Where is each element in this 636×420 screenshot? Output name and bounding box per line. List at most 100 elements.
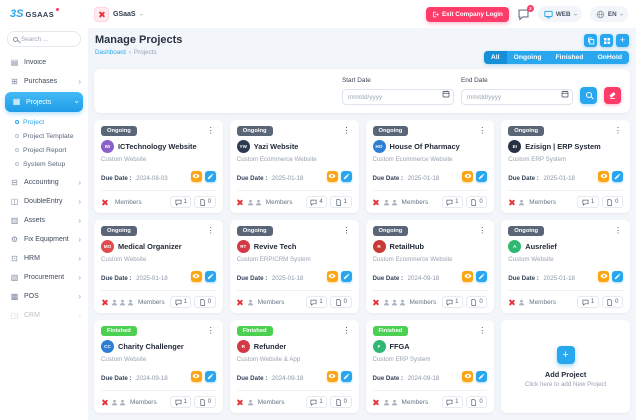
- edit-project-button[interactable]: [205, 171, 216, 182]
- view-project-button[interactable]: [191, 271, 202, 282]
- sidebar-item[interactable]: ◫ DoubleEntry ›: [0, 192, 88, 211]
- create-project-button[interactable]: +: [616, 34, 629, 47]
- files-chip[interactable]: 0: [330, 396, 351, 408]
- files-chip[interactable]: 0: [466, 296, 487, 308]
- view-project-button[interactable]: [327, 271, 338, 282]
- comments-chip[interactable]: 1: [170, 396, 191, 408]
- add-project-card[interactable]: + Add Project Click here to add New Proj…: [501, 320, 630, 413]
- card-menu-button[interactable]: ⋮: [613, 227, 623, 235]
- view-project-button[interactable]: [191, 371, 202, 382]
- comments-chip[interactable]: 1: [170, 196, 191, 208]
- files-chip[interactable]: 0: [602, 196, 623, 208]
- comments-chip[interactable]: 4: [306, 196, 327, 208]
- sidebar-item[interactable]: ⊟ Accounting ›: [0, 173, 88, 192]
- card-menu-button[interactable]: ⋮: [206, 227, 216, 235]
- add-project-plus-button[interactable]: +: [557, 346, 575, 364]
- sidebar-item[interactable]: ▧ Procurement ›: [0, 268, 88, 287]
- sidebar-subitem[interactable]: Project: [0, 115, 88, 129]
- view-project-button[interactable]: [598, 271, 609, 282]
- search-input[interactable]: [21, 36, 75, 43]
- comments-chip[interactable]: 1: [306, 296, 327, 308]
- end-date-input[interactable]: [461, 89, 573, 105]
- breadcrumb-dashboard[interactable]: Dashboard: [95, 49, 126, 56]
- edit-project-button[interactable]: [476, 271, 487, 282]
- card-menu-button[interactable]: ⋮: [477, 227, 487, 235]
- status-filter-tabs: All Ongoing Finished OnHold: [484, 51, 629, 64]
- edit-project-button[interactable]: [476, 371, 487, 382]
- workspace-selector[interactable]: WEB ›: [538, 6, 582, 22]
- list-view-button[interactable]: [600, 34, 613, 47]
- due-date-value: 2025-01-18: [543, 175, 575, 182]
- files-chip[interactable]: 0: [194, 396, 215, 408]
- projects-grid: Ongoing ⋮ IW ICTechnology Website Custom…: [94, 120, 630, 413]
- edit-project-button[interactable]: [612, 271, 623, 282]
- view-project-button[interactable]: [462, 271, 473, 282]
- language-selector[interactable]: EN ›: [590, 6, 628, 22]
- company-selector[interactable]: GSaaS ›: [94, 7, 142, 22]
- edit-project-button[interactable]: [341, 271, 352, 282]
- view-project-button[interactable]: [191, 171, 202, 182]
- sidebar-item[interactable]: ▩ POS ›: [0, 287, 88, 306]
- files-chip[interactable]: 0: [466, 396, 487, 408]
- sidebar-subitem[interactable]: System Setup: [0, 157, 88, 171]
- card-menu-button[interactable]: ⋮: [342, 327, 352, 335]
- view-project-button[interactable]: [327, 171, 338, 182]
- card-menu-button[interactable]: ⋮: [477, 127, 487, 135]
- card-menu-button[interactable]: ⋮: [342, 127, 352, 135]
- files-chip[interactable]: 0: [330, 296, 351, 308]
- files-chip[interactable]: 0: [602, 296, 623, 308]
- comments-chip[interactable]: 1: [170, 296, 191, 308]
- card-menu-button[interactable]: ⋮: [477, 327, 487, 335]
- comments-chip[interactable]: 1: [577, 296, 598, 308]
- sidebar-search[interactable]: [7, 31, 81, 47]
- card-menu-button[interactable]: ⋮: [206, 327, 216, 335]
- sidebar-item[interactable]: ◳ CRM ›: [0, 306, 88, 325]
- sidebar-item-projects[interactable]: ▦ Projects ›: [5, 92, 83, 112]
- status-filter-tab[interactable]: OnHold: [590, 51, 629, 64]
- exit-company-login-button[interactable]: Exit Company Login: [426, 7, 509, 22]
- view-project-button[interactable]: [462, 171, 473, 182]
- chevron-down-icon: ›: [137, 13, 144, 15]
- edit-project-button[interactable]: [612, 171, 623, 182]
- messages-button[interactable]: 2: [517, 8, 530, 21]
- calendar-icon[interactable]: [561, 90, 569, 98]
- status-filter-tab[interactable]: Finished: [549, 51, 591, 64]
- sidebar-item[interactable]: ⊡ HRM ›: [0, 249, 88, 268]
- file-icon: [606, 299, 613, 306]
- view-project-button[interactable]: [598, 171, 609, 182]
- edit-project-button[interactable]: [341, 171, 352, 182]
- export-button[interactable]: [584, 34, 597, 47]
- sidebar-item[interactable]: ▤ Invoice ›: [0, 53, 88, 72]
- sidebar-item[interactable]: ⚙ Fix Equipment ›: [0, 230, 88, 249]
- sidebar-subitem[interactable]: Project Template: [0, 129, 88, 143]
- view-project-button[interactable]: [462, 371, 473, 382]
- reset-filter-button[interactable]: [604, 87, 621, 104]
- files-chip[interactable]: 0: [466, 196, 487, 208]
- calendar-icon[interactable]: [442, 90, 450, 98]
- card-menu-button[interactable]: ⋮: [342, 227, 352, 235]
- sidebar-subitem[interactable]: Project Report: [0, 143, 88, 157]
- app-logo[interactable]: 3S GSAAS: [0, 0, 88, 28]
- comments-chip[interactable]: 1: [306, 396, 327, 408]
- files-chip[interactable]: 0: [194, 296, 215, 308]
- comments-chip[interactable]: 1: [442, 396, 463, 408]
- edit-project-button[interactable]: [205, 271, 216, 282]
- status-filter-tab[interactable]: Ongoing: [507, 51, 549, 64]
- status-filter-tab[interactable]: All: [484, 51, 507, 64]
- comments-chip[interactable]: 1: [442, 296, 463, 308]
- card-menu-button[interactable]: ⋮: [613, 127, 623, 135]
- comments-chip[interactable]: 1: [577, 196, 598, 208]
- view-project-button[interactable]: [327, 371, 338, 382]
- comments-chip[interactable]: 1: [442, 196, 463, 208]
- start-date-input[interactable]: [342, 89, 454, 105]
- sidebar-item[interactable]: ⊞ Purchases ›: [0, 72, 88, 91]
- edit-project-button[interactable]: [205, 371, 216, 382]
- sidebar-item-label: Purchases: [24, 78, 73, 85]
- sidebar-item[interactable]: ▥ Assets ›: [0, 211, 88, 230]
- edit-project-button[interactable]: [476, 171, 487, 182]
- edit-project-button[interactable]: [341, 371, 352, 382]
- apply-filter-button[interactable]: [580, 87, 597, 104]
- card-menu-button[interactable]: ⋮: [206, 127, 216, 135]
- files-chip[interactable]: 0: [194, 196, 215, 208]
- files-chip[interactable]: 1: [330, 196, 351, 208]
